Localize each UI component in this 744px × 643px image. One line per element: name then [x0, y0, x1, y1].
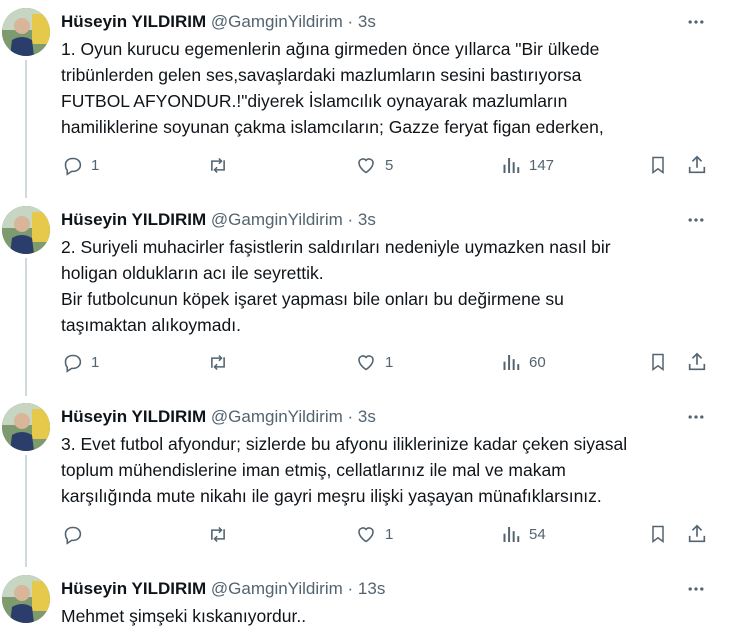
- repost-button[interactable]: [206, 350, 238, 374]
- avatar[interactable]: [2, 206, 50, 254]
- share-button[interactable]: [686, 350, 708, 374]
- more-button[interactable]: [682, 575, 710, 603]
- reply-button[interactable]: 1: [62, 350, 99, 374]
- views-icon: [503, 354, 520, 370]
- like-icon: [358, 157, 374, 173]
- timestamp[interactable]: 3s: [358, 12, 376, 31]
- text-line: hamiliklerine soyunan çakma islamcıların…: [61, 117, 604, 137]
- author-name[interactable]: Hüseyin YILDIRIM: [61, 407, 206, 426]
- repost-button[interactable]: [206, 153, 238, 177]
- text-line: tribünlerden gelen ses,savaşlardaki mazl…: [61, 65, 582, 85]
- timestamp[interactable]: 3s: [358, 407, 376, 426]
- share-icon: [688, 352, 706, 371]
- text-line: holigan oldukların acı ile seyrettik.: [61, 263, 324, 283]
- bookmark-button[interactable]: [648, 350, 668, 374]
- reply-icon: [64, 354, 82, 373]
- text-line: Mehmet şimşeki kıskanıyordur..: [61, 606, 307, 626]
- views-count: 54: [529, 525, 546, 543]
- views-count: 60: [529, 353, 546, 371]
- tweet-text: Mehmet şimşeki kıskanıyordur..: [61, 603, 711, 629]
- avatar[interactable]: [2, 403, 50, 451]
- text-line: FUTBOL AFYONDUR.!"diyerek İslamcılık oyn…: [61, 91, 568, 111]
- text-line: 1. Oyun kurucu egemenlerin ağına girmede…: [61, 39, 600, 59]
- separator: ·: [347, 579, 354, 598]
- tweet-header: Hüseyin YILDIRIM @GamginYildirim · 3s: [61, 10, 376, 34]
- share-button[interactable]: [686, 153, 708, 177]
- reply-count: 1: [91, 353, 100, 371]
- text-line: taşımaktan alıkoymadı.: [61, 315, 241, 335]
- author-handle[interactable]: @GamginYildirim: [211, 407, 343, 426]
- action-bar: 1 54: [0, 522, 744, 546]
- reply-icon: [64, 526, 82, 545]
- text-line: 3. Evet futbol afyondur; sizlerde bu afy…: [61, 434, 628, 454]
- views-button[interactable]: 147: [501, 153, 554, 177]
- author-handle[interactable]: @GamginYildirim: [211, 579, 343, 598]
- share-icon: [688, 524, 706, 543]
- like-icon: [358, 526, 374, 542]
- author-name[interactable]: Hüseyin YILDIRIM: [61, 579, 206, 598]
- text-line: toplum mühendislerine iman etmiş, cellat…: [61, 460, 566, 480]
- tweet-4[interactable]: Hüseyin YILDIRIM @GamginYildirim · 13s M…: [0, 567, 744, 643]
- reply-icon: [64, 157, 82, 176]
- like-button[interactable]: 5: [355, 153, 393, 177]
- bookmark-button[interactable]: [648, 522, 668, 546]
- text-line: karşılığında mute nikahı ile gayri meşru…: [61, 486, 602, 506]
- reply-button[interactable]: 1: [62, 153, 99, 177]
- reply-count: 1: [91, 156, 100, 174]
- avatar[interactable]: [2, 8, 50, 56]
- reply-button[interactable]: [62, 522, 91, 546]
- views-icon: [503, 157, 520, 173]
- timestamp[interactable]: 13s: [358, 579, 385, 598]
- like-button[interactable]: 1: [355, 350, 393, 374]
- timestamp[interactable]: 3s: [358, 210, 376, 229]
- views-count: 147: [529, 156, 555, 174]
- like-count: 5: [385, 156, 394, 174]
- repost-icon: [211, 354, 225, 370]
- action-bar: 1 1 60: [0, 350, 744, 374]
- author-handle[interactable]: @GamginYildirim: [211, 210, 343, 229]
- more-icon: [688, 415, 704, 419]
- separator: ·: [347, 12, 354, 31]
- more-icon: [688, 218, 704, 222]
- action-bar: 1 5 147: [0, 153, 744, 177]
- views-button[interactable]: 60: [501, 350, 546, 374]
- author-name[interactable]: Hüseyin YILDIRIM: [61, 210, 206, 229]
- tweet-header: Hüseyin YILDIRIM @GamginYildirim · 3s: [61, 208, 376, 232]
- more-icon: [688, 587, 704, 591]
- more-button[interactable]: [682, 8, 710, 36]
- more-button[interactable]: [682, 206, 710, 234]
- views-icon: [503, 526, 520, 542]
- tweet-text: 2. Suriyeli muhacirler faşistlerin saldı…: [61, 234, 711, 338]
- tweet-header: Hüseyin YILDIRIM @GamginYildirim · 3s: [61, 405, 376, 429]
- tweet-header: Hüseyin YILDIRIM @GamginYildirim · 13s: [61, 577, 385, 601]
- separator: ·: [347, 407, 354, 426]
- views-button[interactable]: 54: [501, 522, 546, 546]
- author-handle[interactable]: @GamginYildirim: [211, 12, 343, 31]
- share-icon: [688, 155, 706, 174]
- like-count: 1: [385, 353, 394, 371]
- text-line: 2. Suriyeli muhacirler faşistlerin saldı…: [61, 237, 611, 257]
- like-icon: [358, 354, 374, 370]
- repost-button[interactable]: [206, 522, 238, 546]
- repost-icon: [211, 526, 225, 542]
- more-button[interactable]: [682, 403, 710, 431]
- bookmark-button[interactable]: [648, 153, 668, 177]
- tweet-3[interactable]: Hüseyin YILDIRIM @GamginYildirim · 3s 3.…: [0, 395, 744, 570]
- bookmark-icon: [652, 525, 664, 543]
- bookmark-icon: [652, 353, 664, 371]
- like-button[interactable]: 1: [355, 522, 393, 546]
- text-line: Bir futbolcunun köpek işaret yapması bil…: [61, 289, 564, 309]
- avatar[interactable]: [2, 575, 50, 623]
- repost-icon: [211, 157, 225, 173]
- share-button[interactable]: [686, 522, 708, 546]
- author-name[interactable]: Hüseyin YILDIRIM: [61, 12, 206, 31]
- like-count: 1: [385, 525, 394, 543]
- tweet-1[interactable]: Hüseyin YILDIRIM @GamginYildirim · 3s 1.…: [0, 0, 744, 200]
- bookmark-icon: [652, 156, 664, 174]
- tweet-text: 3. Evet futbol afyondur; sizlerde bu afy…: [61, 431, 711, 509]
- tweet-2[interactable]: Hüseyin YILDIRIM @GamginYildirim · 3s 2.…: [0, 198, 744, 396]
- tweet-text: 1. Oyun kurucu egemenlerin ağına girmede…: [61, 36, 711, 140]
- separator: ·: [347, 210, 354, 229]
- more-icon: [688, 20, 704, 24]
